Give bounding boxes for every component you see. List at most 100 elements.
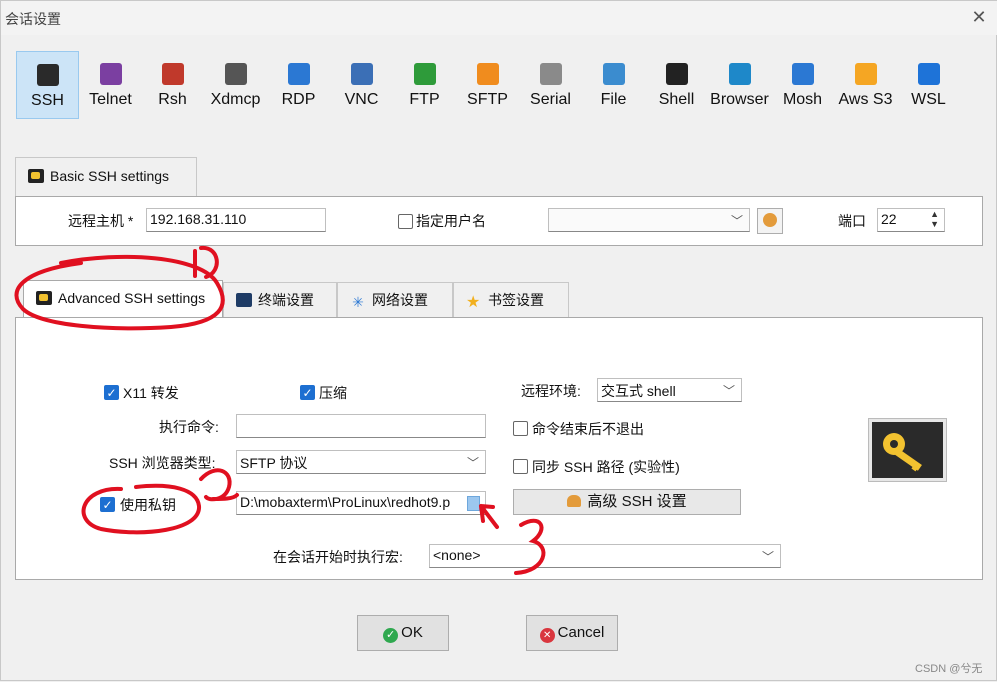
protocol-xdmcp[interactable]: Xdmcp xyxy=(204,51,267,119)
user-icon xyxy=(763,213,777,227)
protocol-label: Telnet xyxy=(89,91,132,108)
tab-basic-ssh-settings[interactable]: Basic SSH settings xyxy=(15,157,197,197)
serial-icon xyxy=(539,63,562,85)
protocol-serial[interactable]: Serial xyxy=(519,51,582,119)
specify-username-checkbox[interactable] xyxy=(398,214,413,229)
ssh-browser-type-label: SSH 浏览器类型: xyxy=(109,455,216,471)
compression-checkbox[interactable]: ✓ xyxy=(300,385,315,400)
browse-file-icon[interactable] xyxy=(467,496,480,511)
ok-button[interactable]: ✓ OK xyxy=(357,615,449,651)
vnc-icon xyxy=(350,63,373,85)
protocol-browser[interactable]: Browser xyxy=(708,51,771,119)
window-title: 会话设置 xyxy=(5,11,61,27)
watermark: CSDN @兮无 xyxy=(915,663,983,675)
tab-bookmark-settings[interactable]: ★ 书签设置 xyxy=(453,282,569,318)
tab-terminal-settings[interactable]: 终端设置 xyxy=(223,282,337,318)
advanced-settings-panel: ✓ X11 转发 ✓ 压缩 远程环境: 交互式 shell ﹀ 执行命令: 命令… xyxy=(15,317,983,580)
aws-s3-icon xyxy=(854,63,877,85)
do-not-exit-label: 命令结束后不退出 xyxy=(532,421,644,437)
protocol-shell[interactable]: Shell xyxy=(645,51,708,119)
telnet-icon xyxy=(99,63,122,85)
protocol-label: Rsh xyxy=(158,91,187,108)
protocol-mosh[interactable]: Mosh xyxy=(771,51,834,119)
username-select[interactable]: ﹀ xyxy=(548,208,750,232)
chevron-down-icon: ﹀ xyxy=(466,456,479,470)
star-icon: ★ xyxy=(466,294,481,311)
remote-env-select[interactable]: 交互式 shell ﹀ xyxy=(597,378,742,402)
sftp-icon xyxy=(476,63,499,85)
protocol-file[interactable]: File xyxy=(582,51,645,119)
button-label: Cancel xyxy=(557,624,605,641)
browser-icon xyxy=(728,63,751,85)
user-manager-button[interactable] xyxy=(757,208,783,234)
wsl-icon xyxy=(917,63,940,85)
advanced-ssh-settings-button[interactable]: 高级 SSH 设置 xyxy=(513,489,741,515)
terminal-icon xyxy=(236,293,252,307)
protocol-label: FTP xyxy=(409,91,440,108)
remote-host-input[interactable]: 192.168.31.110 xyxy=(146,208,326,232)
title-bar: 会话设置 ✕ xyxy=(1,1,997,35)
protocol-label: Browser xyxy=(710,91,769,108)
protocol-label: VNC xyxy=(344,91,379,108)
tab-label: 终端设置 xyxy=(258,292,314,308)
cancel-button[interactable]: ✕ Cancel xyxy=(526,615,618,651)
tab-advanced-ssh-settings[interactable]: Advanced SSH settings xyxy=(23,280,223,318)
chevron-down-icon: ﹀ xyxy=(722,384,735,398)
private-key-path-value: D:\mobaxterm\ProLinux\redhot9.p xyxy=(240,494,451,510)
shell-icon xyxy=(665,63,688,85)
do-not-exit-checkbox[interactable] xyxy=(513,421,528,436)
port-value: 22 xyxy=(881,211,897,227)
close-icon[interactable]: ✕ xyxy=(968,6,990,28)
x-circle-icon: ✕ xyxy=(539,628,555,643)
protocol-label: Xdmcp xyxy=(210,91,261,108)
protocol-ssh[interactable]: SSH xyxy=(16,51,79,119)
protocol-sftp[interactable]: SFTP xyxy=(456,51,519,119)
compression-label: 压缩 xyxy=(319,385,347,401)
protocol-rdp[interactable]: RDP xyxy=(267,51,330,119)
protocol-label: Mosh xyxy=(782,91,823,108)
use-private-key-checkbox[interactable]: ✓ xyxy=(100,497,115,512)
spinner-arrows-icon[interactable]: ▲ ▼ xyxy=(930,209,939,229)
protocol-label: WSL xyxy=(911,91,946,108)
protocol-telnet[interactable]: Telnet xyxy=(79,51,142,119)
protocol-label: Serial xyxy=(530,91,571,108)
tab-network-settings[interactable]: ✳ 网络设置 xyxy=(337,282,453,318)
exec-command-input[interactable] xyxy=(236,414,486,438)
check-circle-icon: ✓ xyxy=(383,628,399,643)
key-large-icon xyxy=(868,418,947,482)
tab-label: Advanced SSH settings xyxy=(58,290,206,306)
rsh-icon xyxy=(161,63,184,85)
protocol-ftp[interactable]: FTP xyxy=(393,51,456,119)
exec-command-label: 执行命令: xyxy=(159,419,219,435)
private-key-path-input[interactable]: D:\mobaxterm\ProLinux\redhot9.p xyxy=(236,491,486,515)
protocol-wsl[interactable]: WSL xyxy=(897,51,960,119)
port-label: 端口 xyxy=(838,213,866,229)
sync-ssh-path-label: 同步 SSH 路径 (实验性) xyxy=(532,459,680,475)
specify-username-label: 指定用户名 xyxy=(416,213,486,229)
use-private-key-label: 使用私钥 xyxy=(120,497,176,513)
key-icon xyxy=(28,169,44,183)
protocol-label: File xyxy=(600,91,627,108)
macro-label: 在会话开始时执行宏: xyxy=(273,549,403,565)
remote-host-label: 远程主机 * xyxy=(68,213,134,229)
session-settings-dialog: 会话设置 ✕ SSH Telnet Rsh Xdmcp RDP VNC FTP SFTP Ser… xyxy=(0,0,997,681)
protocol-rsh[interactable]: Rsh xyxy=(141,51,204,119)
protocol-label: SFTP xyxy=(467,91,508,108)
rdp-icon xyxy=(287,63,310,85)
button-label: OK xyxy=(401,624,423,641)
protocol-label: RDP xyxy=(281,91,316,108)
protocol-label: SSH xyxy=(31,92,64,109)
tab-label: 网络设置 xyxy=(372,292,428,308)
ftp-icon xyxy=(413,63,436,85)
x11-forwarding-checkbox[interactable]: ✓ xyxy=(104,385,119,400)
protocol-aws-s3[interactable]: Aws S3 xyxy=(834,51,897,119)
protocol-vnc[interactable]: VNC xyxy=(330,51,393,119)
macro-select[interactable]: <none> ﹀ xyxy=(429,544,781,568)
port-spinner[interactable]: 22 ▲ ▼ xyxy=(877,208,945,232)
protocol-label: Shell xyxy=(658,91,695,108)
sync-ssh-path-checkbox[interactable] xyxy=(513,459,528,474)
ssh-browser-type-select[interactable]: SFTP 协议 ﹀ xyxy=(236,450,486,474)
remote-env-label: 远程环境: xyxy=(521,383,581,399)
chevron-down-icon: ﹀ xyxy=(761,550,774,564)
x11-forwarding-label: X11 转发 xyxy=(123,385,179,401)
